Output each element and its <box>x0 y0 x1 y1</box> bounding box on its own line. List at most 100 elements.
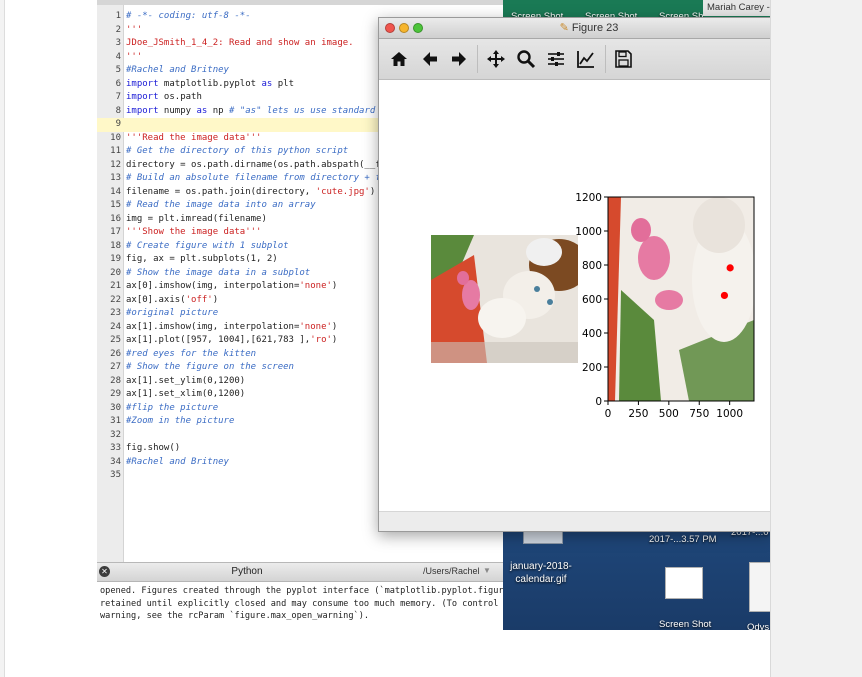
home-icon[interactable] <box>387 47 411 71</box>
code-text: import os.path <box>126 91 202 105</box>
code-token: as <box>196 105 208 116</box>
figure-canvas[interactable]: 0 250 500 750 1000 0 200 400 600 800 1000 1200 <box>379 80 770 511</box>
code-text: # -*- coding: utf-8 -*- <box>126 10 251 24</box>
code-token: #Rachel and Britney <box>126 65 229 75</box>
x-tick-label: 500 <box>659 408 679 420</box>
code-token: plt <box>272 78 294 89</box>
code-text: import matplotlib.pyplot as plt <box>126 78 294 92</box>
chevron-down-icon[interactable]: ▼ <box>483 566 491 575</box>
code-token: import <box>126 105 159 116</box>
forward-arrow-icon[interactable] <box>447 47 471 71</box>
line-number: 6 <box>115 78 121 89</box>
code-token: fig.show() <box>126 443 181 453</box>
x-axis-ticks: 0 250 500 750 1000 <box>605 401 743 420</box>
console-line: warning, see the rcParam `figure.max_ope… <box>100 611 370 621</box>
code-text: fig.show() <box>126 442 180 456</box>
line-number: 21 <box>110 281 121 291</box>
y-tick-label: 400 <box>582 328 602 340</box>
code-text: #Rachel and Britney <box>126 456 229 470</box>
code-token: #Rachel and Britney <box>126 456 229 467</box>
line-number: 12 <box>110 159 121 170</box>
code-text: '''Read the image data''' <box>126 132 261 146</box>
code-token: # -*- coding: utf-8 -*- <box>126 11 251 21</box>
code-token: ''' <box>126 51 143 62</box>
line-number: 2 <box>115 24 121 35</box>
x-tick-label: 1000 <box>716 408 743 420</box>
line-number: 27 <box>110 362 121 372</box>
line-number: 8 <box>115 105 121 116</box>
matplotlib-toolbar <box>379 39 770 80</box>
code-token: # Show the figure on the screen <box>126 362 294 372</box>
code-text: # Get the directory of this python scrip… <box>126 145 348 159</box>
console-title-bar: ✕ Python /Users/Rachel ▼ <box>97 563 503 582</box>
code-text: ax[0].imshow(img, interpolation='none') <box>126 280 337 294</box>
desktop-file-label[interactable]: Screen Shot <box>659 619 711 630</box>
code-token: directory = os.path.dirname(os.path.absp… <box>126 159 419 170</box>
line-number: 15 <box>110 200 121 210</box>
desktop-file-thumbnail[interactable] <box>523 530 563 544</box>
subplots-config-icon[interactable] <box>544 47 568 71</box>
desktop-file-label[interactable]: Odys <box>747 622 769 630</box>
desktop-file-thumbnail[interactable] <box>749 562 770 612</box>
original-kitten-image <box>431 235 578 363</box>
line-number: 33 <box>110 443 121 453</box>
code-token: ''' <box>126 24 143 35</box>
code-token: 'cute.jpg' <box>315 186 370 197</box>
code-text: ax[1].set_ylim(0,1200) <box>126 375 245 389</box>
desktop-file-thumbnail[interactable] <box>665 567 703 599</box>
code-text: ax[0].axis('off') <box>126 294 218 308</box>
toolbar-separator <box>477 45 478 73</box>
zoom-icon[interactable] <box>514 47 538 71</box>
left-margin <box>0 0 5 677</box>
figure-title-bar[interactable]: ✎ Figure 23 <box>379 18 770 39</box>
code-text: ax[1].imshow(img, interpolation='none') <box>126 321 337 335</box>
back-arrow-icon[interactable] <box>418 47 442 71</box>
line-number: 25 <box>110 335 121 345</box>
pan-icon[interactable] <box>484 47 508 71</box>
edit-axis-icon[interactable] <box>574 47 598 71</box>
line-number: 10 <box>110 132 121 143</box>
code-token: ) <box>331 321 338 332</box>
python-console[interactable]: ✕ Python /Users/Rachel ▼ opened. Figures… <box>97 562 503 630</box>
desktop-file-label[interactable]: Mariah Carey - <box>703 0 770 16</box>
line-number: 32 <box>110 429 121 440</box>
code-token: 'off' <box>185 294 213 305</box>
code-token: ax[1].set_xlim(0,1200) <box>126 389 246 399</box>
line-number: 17 <box>110 227 121 237</box>
code-token: ) <box>331 281 338 291</box>
line-number: 28 <box>110 375 121 386</box>
code-text: ax[1].plot([957, 1004],[621,783 ],'ro') <box>126 334 337 348</box>
line-number: 26 <box>110 348 121 359</box>
code-text: # Create figure with 1 subplot <box>126 240 289 254</box>
y-tick-label: 1000 <box>575 226 602 238</box>
desktop-file-label[interactable]: 2017-...3.57 PM <box>649 534 717 545</box>
line-number: 24 <box>110 321 121 332</box>
code-token: # Create figure with 1 subplot <box>126 240 289 251</box>
code-text: # Show the figure on the screen <box>126 361 294 375</box>
desktop-file-label[interactable]: january-2018- calendar.gif <box>505 560 577 586</box>
code-token: matplotlib.pyplot <box>158 78 262 89</box>
code-token: # Read the image data into an array <box>126 200 316 210</box>
figure-title: ✎ Figure 23 <box>379 21 770 34</box>
code-token: import <box>126 78 159 89</box>
save-icon[interactable] <box>611 47 635 71</box>
console-line: opened. Figures created through the pypl… <box>100 586 503 596</box>
figure-window[interactable]: ✎ Figure 23 0 250 500 750 1000 0 200 400… <box>378 17 770 532</box>
code-token: ) <box>369 186 376 197</box>
y-tick-label: 0 <box>595 396 602 408</box>
line-number: 14 <box>110 186 121 197</box>
code-token: '''Show the image data''' <box>126 227 262 237</box>
x-tick-label: 250 <box>628 408 648 420</box>
line-number: 23 <box>110 308 121 318</box>
line-number: 20 <box>110 267 121 278</box>
line-number: 1 <box>115 11 121 21</box>
code-token: filename = os.path.join(directory, <box>126 186 316 197</box>
x-tick-label: 0 <box>605 408 612 420</box>
code-token: ) <box>212 294 219 305</box>
toolbar-separator <box>605 45 606 73</box>
code-token: #Zoom in the picture <box>126 416 235 426</box>
y-tick-label: 200 <box>582 362 602 374</box>
code-text: #red eyes for the kitten <box>126 348 256 362</box>
line-number: 19 <box>110 254 121 264</box>
code-token: numpy <box>158 105 197 116</box>
